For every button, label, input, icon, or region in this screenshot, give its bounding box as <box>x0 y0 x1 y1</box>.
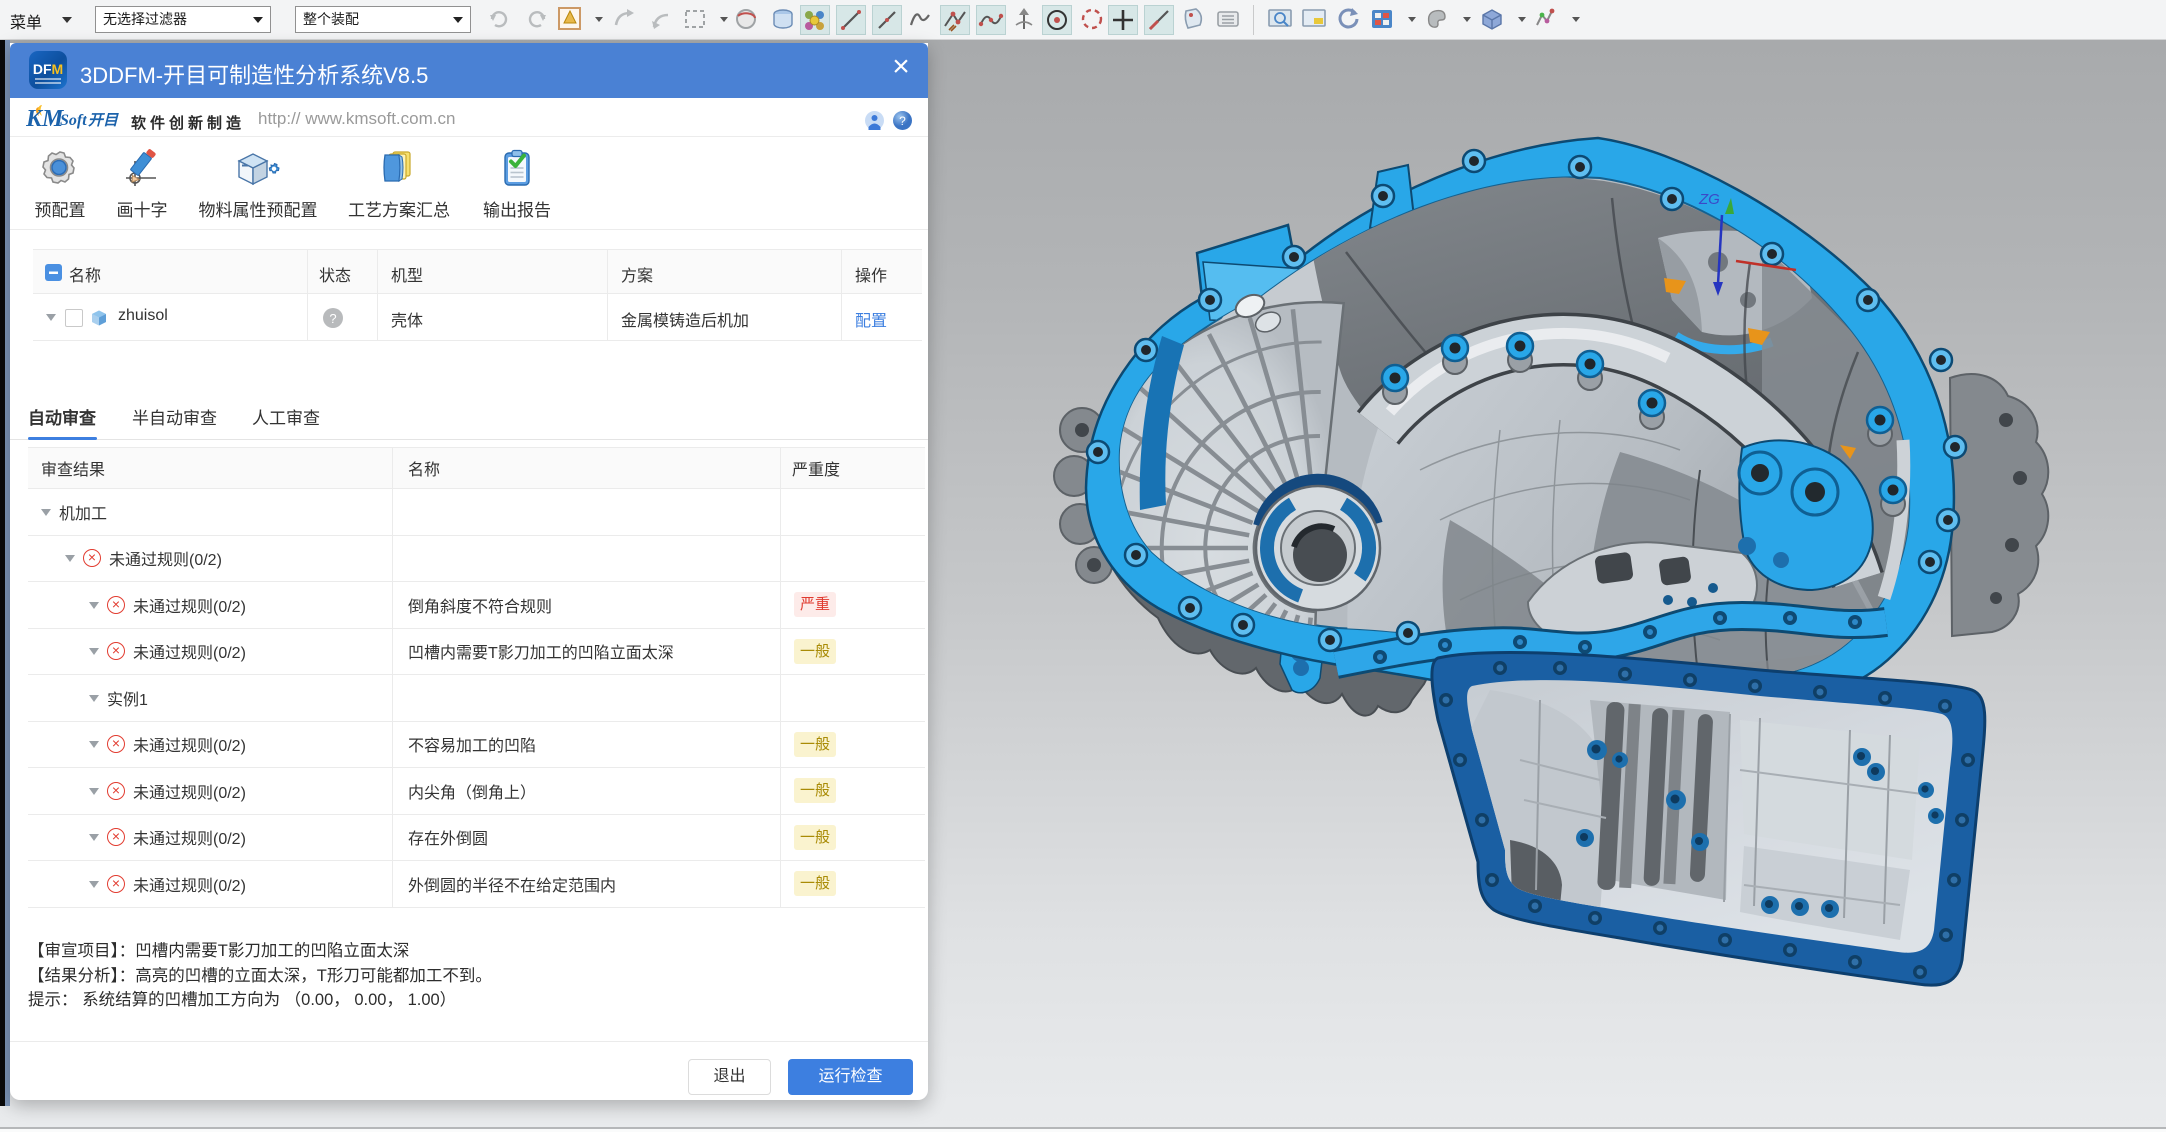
svg-text:开目: 开目 <box>88 112 119 129</box>
svg-text:Soft: Soft <box>60 112 87 129</box>
svg-text:?: ? <box>329 311 336 326</box>
svg-text:ZG: ZG <box>1698 191 1720 208</box>
svg-text:?: ? <box>899 114 906 128</box>
